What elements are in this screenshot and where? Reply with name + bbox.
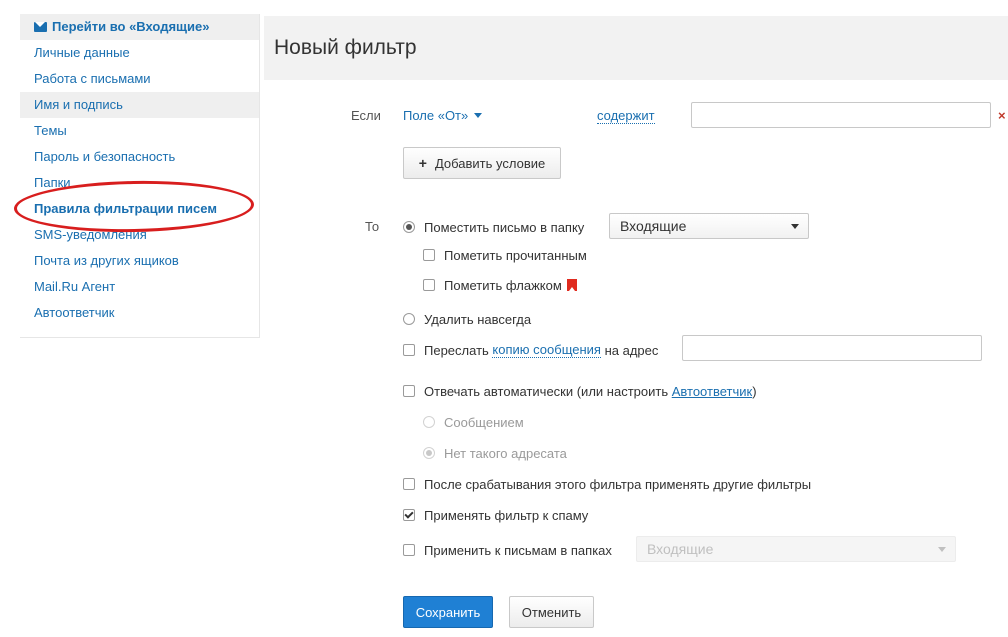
apply-other-filters-option[interactable]: После срабатывания этого фильтра применя… [403,475,811,493]
settings-sidebar: Перейти во «Входящие» Личные данные Рабо… [20,14,260,338]
apply-in-folders-option[interactable]: Применить к письмам в папках [403,541,612,559]
cancel-button[interactable]: Отменить [509,596,594,628]
delete-forever-radio[interactable] [403,313,415,325]
add-condition-button[interactable]: + Добавить условие [403,147,561,179]
apply-other-filters-checkbox[interactable] [403,478,415,490]
mark-read-checkbox[interactable] [423,249,435,261]
apply-to-spam-checkbox[interactable] [403,509,415,521]
if-label: Если [351,108,381,123]
reply-no-such-address-option[interactable]: Нет такого адресата [423,444,567,462]
mark-flag-option[interactable]: Пометить флажком [423,276,577,294]
field-from-dropdown[interactable]: Поле «От» [403,108,483,123]
auto-reply-checkbox[interactable] [403,385,415,397]
move-to-folder-radio[interactable] [403,221,415,233]
sidebar-item-themes[interactable]: Темы [20,118,259,144]
auto-reply-option[interactable]: Отвечать автоматически (или настроить Ав… [403,382,757,400]
forward-checkbox[interactable] [403,344,415,356]
caret-down-icon [938,547,946,552]
caret-down-icon [474,113,483,118]
sidebar-item-folders[interactable]: Папки [20,170,259,196]
condition-value-input[interactable] [691,102,991,128]
sidebar-item-mail-settings[interactable]: Работа с письмами [20,66,259,92]
sidebar-item-mailru-agent[interactable]: Mail.Ru Агент [20,274,259,300]
sidebar-item-name-signature[interactable]: Имя и подпись [20,92,259,118]
forward-address-input[interactable] [682,335,982,361]
apply-to-spam-option[interactable]: Применять фильтр к спаму [403,506,588,524]
red-flag-icon [566,279,577,291]
caret-down-icon [791,224,799,229]
sidebar-item-other-mailboxes[interactable]: Почта из других ящиков [20,248,259,274]
apply-folders-select[interactable]: Входящие [636,536,956,562]
reply-with-message-radio[interactable] [423,416,435,428]
mark-flag-checkbox[interactable] [423,279,435,291]
page-title: Новый фильтр [274,36,417,59]
operator-contains-link[interactable]: содержит [597,108,655,124]
target-folder-select[interactable]: Входящие [609,213,809,239]
apply-in-folders-checkbox[interactable] [403,544,415,556]
page-header: Новый фильтр [264,16,1008,80]
forward-option[interactable]: Переслать копию сообщения на адрес [403,341,658,359]
go-to-inbox-link[interactable]: Перейти во «Входящие» [20,14,259,40]
reply-with-message-option[interactable]: Сообщением [423,413,524,431]
autoresponder-link[interactable]: Автоответчик [672,384,752,399]
sidebar-item-autoresponder[interactable]: Автоответчик [20,300,259,326]
envelope-icon [34,22,47,32]
mark-read-option[interactable]: Пометить прочитанным [423,246,587,264]
sidebar-item-sms-notifications[interactable]: SMS-уведомления [20,222,259,248]
then-label: То [365,219,380,234]
plus-icon: + [418,155,427,171]
sidebar-item-filter-rules[interactable]: Правила фильтрации писем [20,196,259,222]
message-copy-link[interactable]: копию сообщения [492,342,601,358]
save-button[interactable]: Сохранить [403,596,493,628]
sidebar-item-personal-data[interactable]: Личные данные [20,40,259,66]
remove-condition-icon[interactable]: × [998,108,1006,123]
reply-no-such-address-radio[interactable] [423,447,435,459]
move-to-folder-option[interactable]: Поместить письмо в папку [403,218,584,236]
delete-forever-option[interactable]: Удалить навсегда [403,310,531,328]
sidebar-item-password-security[interactable]: Пароль и безопасность [20,144,259,170]
